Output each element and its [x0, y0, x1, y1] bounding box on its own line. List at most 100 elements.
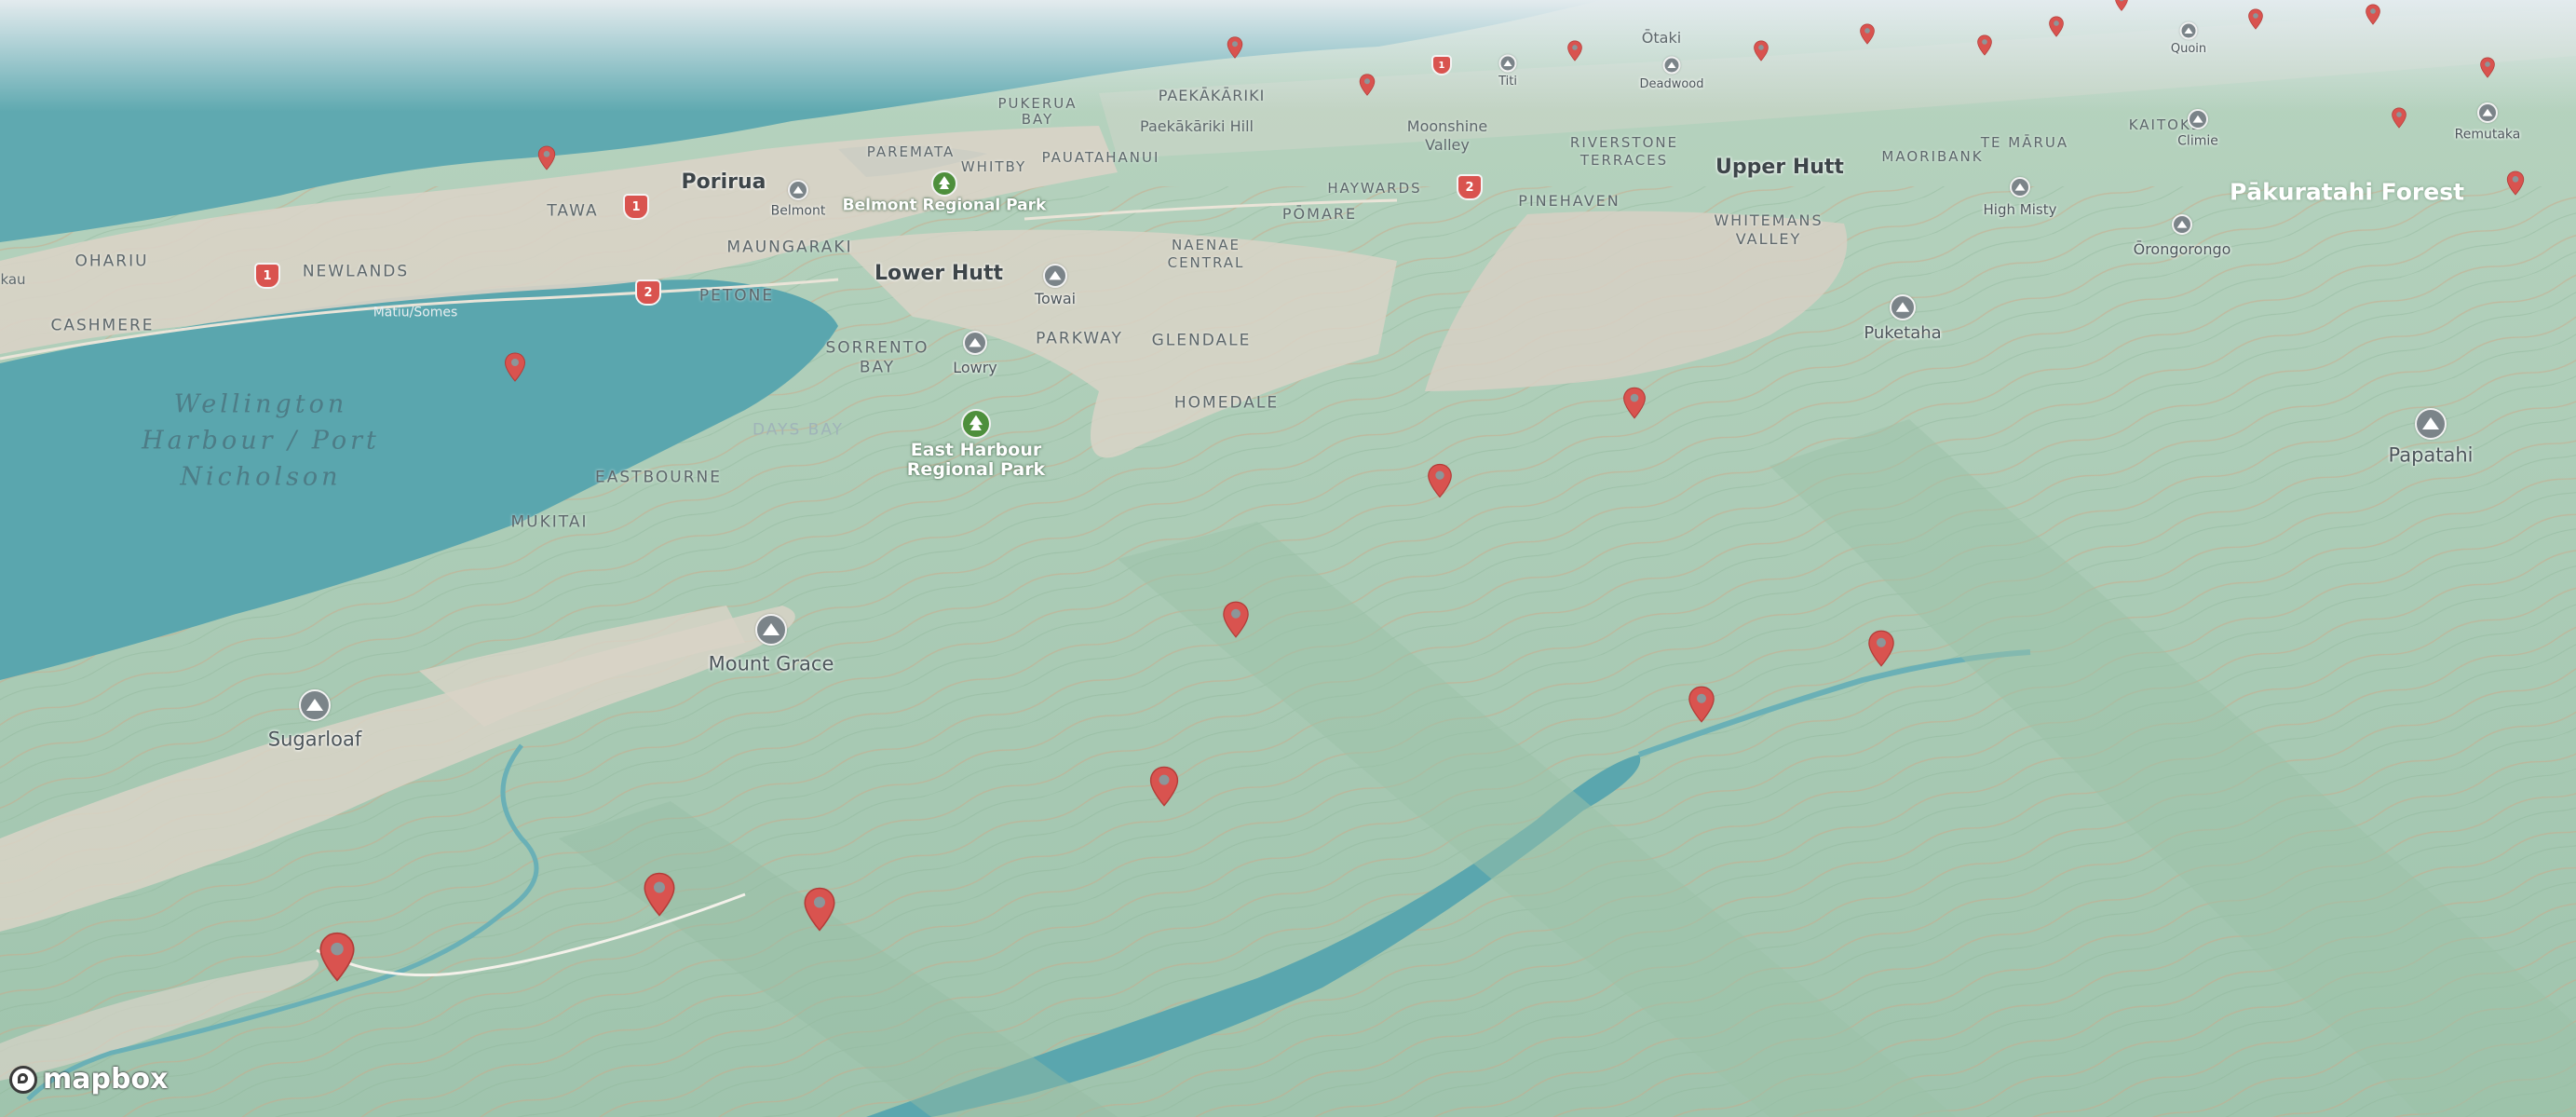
peak-icon-remutaka[interactable] [2477, 102, 2498, 123]
peak-label-high-misty[interactable]: High Misty [1984, 202, 2057, 218]
mapbox-logo-icon[interactable]: mapbox [9, 1063, 168, 1096]
marker-pin-icon[interactable] [1567, 40, 1583, 61]
suburb-label-haywards: HAYWARDS [1327, 179, 1422, 197]
peak-label-deadwood[interactable]: Deadwood [1639, 77, 1703, 91]
mapbox-circle-icon [9, 1065, 37, 1094]
peak-icon-puketaha[interactable] [1890, 294, 1916, 320]
city-label-upper-hutt[interactable]: Upper Hutt [1715, 156, 1844, 179]
marker-pin-icon[interactable] [537, 145, 556, 170]
peak-label-quoin[interactable]: Quoin [2171, 42, 2206, 56]
peak-label-towai[interactable]: Towai [1035, 291, 1076, 307]
peak-label-remutaka[interactable]: Remutaka [2455, 127, 2521, 142]
suburb-label-otaki: Ōtaki [1641, 29, 1682, 48]
suburb-label-whitby: WHITBY [960, 157, 1027, 175]
marker-pin-icon[interactable] [2392, 107, 2407, 129]
marker-pin-icon[interactable] [1977, 34, 1993, 56]
suburb-label-pauatahanui: PAUATAHANUI [1041, 148, 1160, 166]
harbour-label-line-1: Wellington [173, 389, 348, 419]
suburb-label-pukerua: PUKERUA [997, 94, 1078, 112]
map-canvas[interactable]: Wellington Harbour / Port Nicholson Pori… [0, 0, 2576, 1117]
highway-shield-icon: 1 [623, 194, 649, 220]
suburb-label-maoribank: MAORIBANK [1881, 147, 1984, 165]
marker-pin-icon[interactable] [1860, 23, 1876, 45]
marker-pin-icon[interactable] [1359, 74, 1376, 96]
peak-icon-belmont[interactable] [788, 180, 808, 200]
suburb-label-pinehaven: PINEHAVEN [1518, 192, 1620, 211]
marker-pin-icon[interactable] [2366, 4, 2381, 25]
park-icon-belmont[interactable] [931, 170, 957, 197]
highway-shield-icon: 1 [254, 263, 280, 289]
suburb-label-newlands: NEWLANDS [302, 262, 410, 281]
suburb-label-paremata: PAREMATA [866, 143, 956, 160]
marker-pin-icon[interactable] [1688, 686, 1715, 723]
marker-pin-icon[interactable] [2506, 170, 2525, 196]
peak-icon-lowry[interactable] [963, 331, 987, 355]
suburb-label-naenae-central: CENTRAL [1167, 253, 1245, 271]
peak-icon-deadwood[interactable] [1662, 56, 1681, 75]
marker-pin-icon[interactable] [1222, 601, 1250, 638]
forest-label-pakuratahi[interactable]: Pākuratahi Forest [2230, 179, 2464, 205]
marker-pin-icon[interactable] [2049, 16, 2065, 37]
suburb-label-whitemans: WHITEMANS [1714, 211, 1824, 230]
suburb-label-days-bay: DAYS BAY [752, 420, 845, 440]
suburb-label-naenae: NAENAE [1172, 236, 1241, 253]
peak-icon-towai[interactable] [1043, 264, 1067, 288]
suburb-label-tawa: TAWA [547, 201, 599, 221]
marker-pin-icon[interactable] [1227, 36, 1243, 59]
peak-icon-quoin[interactable] [2179, 21, 2198, 40]
suburb-label-whitemans-valley: VALLEY [1735, 230, 1802, 249]
peak-label-titi[interactable]: Titi [1498, 75, 1517, 89]
marker-pin-icon[interactable] [2114, 0, 2129, 11]
suburb-label-kau: kau [0, 270, 26, 288]
park-label-belmont[interactable]: Belmont Regional Park [843, 197, 1047, 215]
terrain-background [0, 0, 2576, 1117]
park-label-east-harbour[interactable]: East Harbour Regional Park [897, 441, 1055, 480]
suburb-label-cashmere: CASHMERE [50, 316, 155, 335]
suburb-label-sorrento: SORRENTO [825, 338, 929, 358]
marker-pin-icon[interactable] [1754, 40, 1769, 61]
suburb-label-paekakariki: PAEKĀKĀRIKI [1158, 87, 1266, 105]
peak-label-mount-grace[interactable]: Mount Grace [709, 653, 834, 674]
marker-pin-icon[interactable] [1622, 387, 1647, 419]
peak-icon-orongorongo[interactable] [2172, 214, 2192, 235]
harbour-label-line-3: Nicholson [180, 462, 342, 492]
marker-pin-icon[interactable] [802, 887, 837, 932]
suburb-label-sorrento-bay: BAY [859, 358, 896, 377]
marker-pin-icon[interactable] [642, 872, 677, 917]
peak-icon-high-misty[interactable] [2010, 177, 2030, 198]
peak-label-sugarloaf[interactable]: Sugarloaf [268, 729, 361, 750]
peak-label-puketaha[interactable]: Puketaha [1864, 324, 1941, 343]
peak-label-orongorongo[interactable]: Ōrongorongo [2134, 241, 2231, 258]
marker-pin-icon[interactable] [504, 352, 526, 382]
suburb-label-pomare: PŌMARE [1281, 205, 1358, 224]
peak-label-papatahi[interactable]: Papatahi [2388, 444, 2473, 466]
suburb-label-glendale: GLENDALE [1151, 331, 1252, 350]
suburb-label-terraces: TERRACES [1579, 151, 1669, 169]
peak-icon-papatahi[interactable] [2415, 408, 2447, 440]
city-label-lower-hutt[interactable]: Lower Hutt [874, 262, 1003, 285]
suburb-label-riverstone: RIVERSTONE [1569, 133, 1679, 151]
suburb-label-petone: PETONE [698, 286, 775, 306]
peak-icon-sugarloaf[interactable] [299, 689, 331, 721]
peak-icon-titi[interactable] [1498, 54, 1517, 73]
marker-pin-icon[interactable] [318, 932, 357, 982]
highway-shield-icon: 2 [635, 279, 661, 306]
marker-pin-icon[interactable] [2480, 57, 2496, 78]
island-label-matiu-somes: Matiu/Somes [373, 305, 458, 320]
marker-pin-icon[interactable] [1867, 630, 1895, 667]
peak-icon-climie[interactable] [2188, 109, 2208, 129]
park-icon-east-harbour[interactable] [961, 409, 991, 439]
suburb-label-ohariu: OHARIU [75, 252, 149, 271]
marker-pin-icon[interactable] [1148, 766, 1180, 807]
peak-label-climie[interactable]: Climie [2177, 133, 2218, 148]
mapbox-wordmark: mapbox [43, 1063, 169, 1096]
marker-pin-icon[interactable] [1427, 463, 1453, 498]
marker-pin-icon[interactable] [2248, 8, 2264, 30]
suburb-label-homedale: HOMEDALE [1173, 393, 1280, 413]
peak-icon-mount-grace[interactable] [755, 614, 787, 646]
peak-label-lowry[interactable]: Lowry [953, 360, 997, 376]
peak-label-belmont[interactable]: Belmont [771, 203, 826, 218]
highway-shield-icon: 2 [1457, 174, 1483, 200]
city-label-porirua[interactable]: Porirua [682, 170, 766, 194]
suburb-label-parkway: PARKWAY [1036, 329, 1123, 348]
